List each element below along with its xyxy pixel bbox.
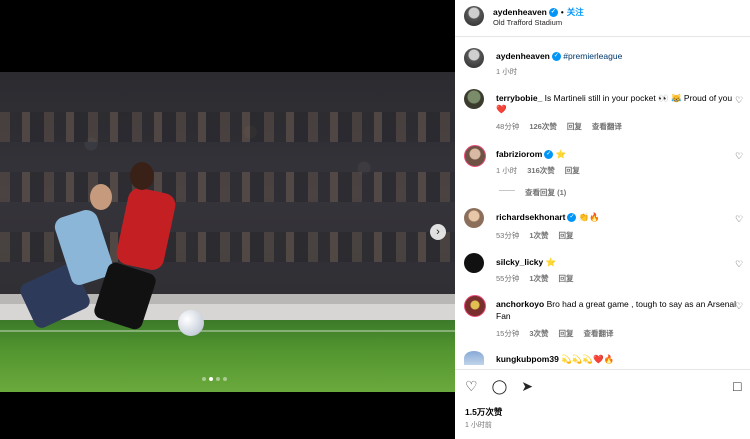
comment-username[interactable]: terrybobie_ bbox=[496, 93, 542, 103]
comment-meta: 1 小时 316次赞 回复 bbox=[496, 165, 580, 176]
comment-text-continued: Fan bbox=[496, 311, 511, 321]
comment-time: 48分钟 bbox=[496, 122, 520, 131]
pitch-line bbox=[0, 330, 455, 332]
follow-button[interactable]: 关注 bbox=[567, 7, 584, 17]
comment-time: 1 小时 bbox=[496, 166, 518, 175]
verified-icon: ✓ bbox=[551, 52, 561, 62]
reply-button[interactable]: 回复 bbox=[559, 273, 574, 284]
post-sidebar: aydenheaven ✓ • 关注 Old Trafford Stadium ayd… bbox=[455, 0, 750, 439]
verified-icon: ✓ bbox=[567, 213, 577, 223]
hashtag-link[interactable]: #premierleague bbox=[563, 51, 622, 61]
like-icon[interactable]: ♡ bbox=[465, 378, 478, 395]
comment-time: 53分钟 bbox=[496, 231, 520, 240]
caption-avatar[interactable] bbox=[464, 48, 484, 68]
comment-body: Is Martineli still in your pocket 👀 😹 Pr… bbox=[544, 93, 733, 103]
comment-meta: 48分钟 126次赞 回复 查看翻译 bbox=[496, 121, 622, 132]
comment-avatar[interactable] bbox=[464, 295, 486, 317]
bookmark-icon[interactable]: □ bbox=[733, 378, 741, 394]
reply-button[interactable]: 回复 bbox=[559, 230, 574, 241]
reply-button[interactable]: 回复 bbox=[567, 121, 582, 132]
comment-body: ⭐ bbox=[555, 149, 567, 159]
comment-likes[interactable]: 1次赞 bbox=[529, 230, 548, 241]
comment-likes[interactable]: 316次赞 bbox=[527, 165, 555, 176]
comment-text: fabriziorom ✓ ⭐ bbox=[496, 149, 566, 160]
location-link[interactable]: Old Trafford Stadium bbox=[493, 18, 562, 27]
caption-text: aydenheaven ✓ #premierleague bbox=[496, 51, 622, 62]
football bbox=[178, 310, 204, 336]
author-avatar[interactable] bbox=[464, 6, 484, 26]
action-bar: ♡ ◯ ➤ bbox=[465, 378, 533, 395]
comment-text: anchorkoyo Bro had a great game , tough … bbox=[496, 299, 736, 309]
comment-meta: 53分钟 1次赞 回复 bbox=[496, 230, 574, 241]
comment-time: 55分钟 bbox=[496, 274, 520, 283]
carousel-dot bbox=[202, 377, 206, 381]
divider bbox=[455, 369, 750, 370]
comment-text: kungkubpom39 💫💫💫❤️🔥 bbox=[496, 354, 614, 365]
carousel-dot bbox=[216, 377, 220, 381]
comment-text: silcky_licky ⭐ bbox=[496, 257, 556, 268]
separator-dot: • bbox=[560, 8, 564, 17]
author-username[interactable]: aydenheaven bbox=[493, 7, 547, 17]
share-icon[interactable]: ➤ bbox=[521, 378, 533, 395]
comment-text: richardsekhonart ✓ 👏🔥 bbox=[496, 212, 600, 223]
like-comment-icon[interactable]: ♡ bbox=[735, 301, 743, 312]
like-comment-icon[interactable]: ♡ bbox=[735, 214, 743, 225]
post-media: › bbox=[0, 0, 455, 439]
comment-avatar[interactable] bbox=[464, 253, 484, 273]
comment-username[interactable]: anchorkoyo bbox=[496, 299, 544, 309]
like-comment-icon[interactable]: ♡ bbox=[735, 95, 743, 106]
like-comment-icon[interactable]: ♡ bbox=[735, 259, 743, 270]
carousel-indicator bbox=[202, 377, 227, 381]
carousel-next-button[interactable]: › bbox=[430, 224, 446, 240]
comment-avatar[interactable] bbox=[464, 208, 484, 228]
comment-likes[interactable]: 3次赞 bbox=[529, 328, 548, 339]
verified-icon: ✓ bbox=[548, 8, 558, 18]
comment-meta: 55分钟 1次赞 回复 bbox=[496, 273, 574, 284]
reply-button[interactable]: 回复 bbox=[559, 328, 574, 339]
comment-username[interactable]: richardsekhonart bbox=[496, 212, 565, 222]
comment-body: Bro had a great game , tough to say as a… bbox=[546, 299, 737, 309]
caption-username[interactable]: aydenheaven bbox=[496, 51, 550, 61]
reply-button[interactable]: 回复 bbox=[565, 165, 580, 176]
comment-body: 💫💫💫❤️🔥 bbox=[561, 354, 615, 364]
caption-time: 1 小时 bbox=[496, 67, 518, 76]
comment-text-trailing: ❤️ bbox=[496, 104, 507, 114]
crowd-row bbox=[0, 112, 455, 142]
post-header: aydenheaven ✓ • 关注 bbox=[493, 6, 584, 18]
comment-body: 👏🔥 bbox=[578, 212, 600, 222]
likes-count[interactable]: 1.5万次赞 bbox=[465, 406, 502, 418]
comment-avatar[interactable] bbox=[464, 145, 486, 167]
comment-meta: 15分钟 3次赞 回复 查看翻译 bbox=[496, 328, 614, 339]
caption-meta: 1 小时 bbox=[496, 66, 517, 77]
comment-avatar[interactable] bbox=[464, 89, 484, 109]
player-united-head bbox=[130, 162, 154, 190]
comment-username[interactable]: kungkubpom39 bbox=[496, 354, 559, 364]
replies-line bbox=[499, 190, 515, 191]
player-arsenal-head bbox=[90, 184, 112, 210]
comment-likes[interactable]: 126次赞 bbox=[529, 121, 557, 132]
comment-username[interactable]: fabriziorom bbox=[496, 149, 542, 159]
comment-likes[interactable]: 1次赞 bbox=[529, 273, 548, 284]
translate-button[interactable]: 查看翻译 bbox=[584, 328, 614, 339]
carousel-dot bbox=[223, 377, 227, 381]
comment-time: 15分钟 bbox=[496, 329, 520, 338]
comment-username[interactable]: silcky_licky bbox=[496, 257, 543, 267]
post-photo bbox=[0, 72, 455, 392]
comment-text: terrybobie_ Is Martineli still in your p… bbox=[496, 93, 732, 104]
post-time: 1 小时前 bbox=[465, 422, 492, 429]
view-replies-button[interactable]: 查看回复 (1) bbox=[525, 187, 566, 198]
comment-icon[interactable]: ◯ bbox=[492, 378, 508, 395]
crowd-row bbox=[0, 172, 455, 202]
comment-avatar[interactable] bbox=[464, 351, 484, 365]
translate-button[interactable]: 查看翻译 bbox=[592, 121, 622, 132]
like-comment-icon[interactable]: ♡ bbox=[735, 151, 743, 162]
divider bbox=[455, 36, 750, 37]
comment-body: ⭐ bbox=[545, 257, 557, 267]
verified-icon: ✓ bbox=[544, 150, 554, 160]
carousel-dot-active bbox=[209, 377, 213, 381]
